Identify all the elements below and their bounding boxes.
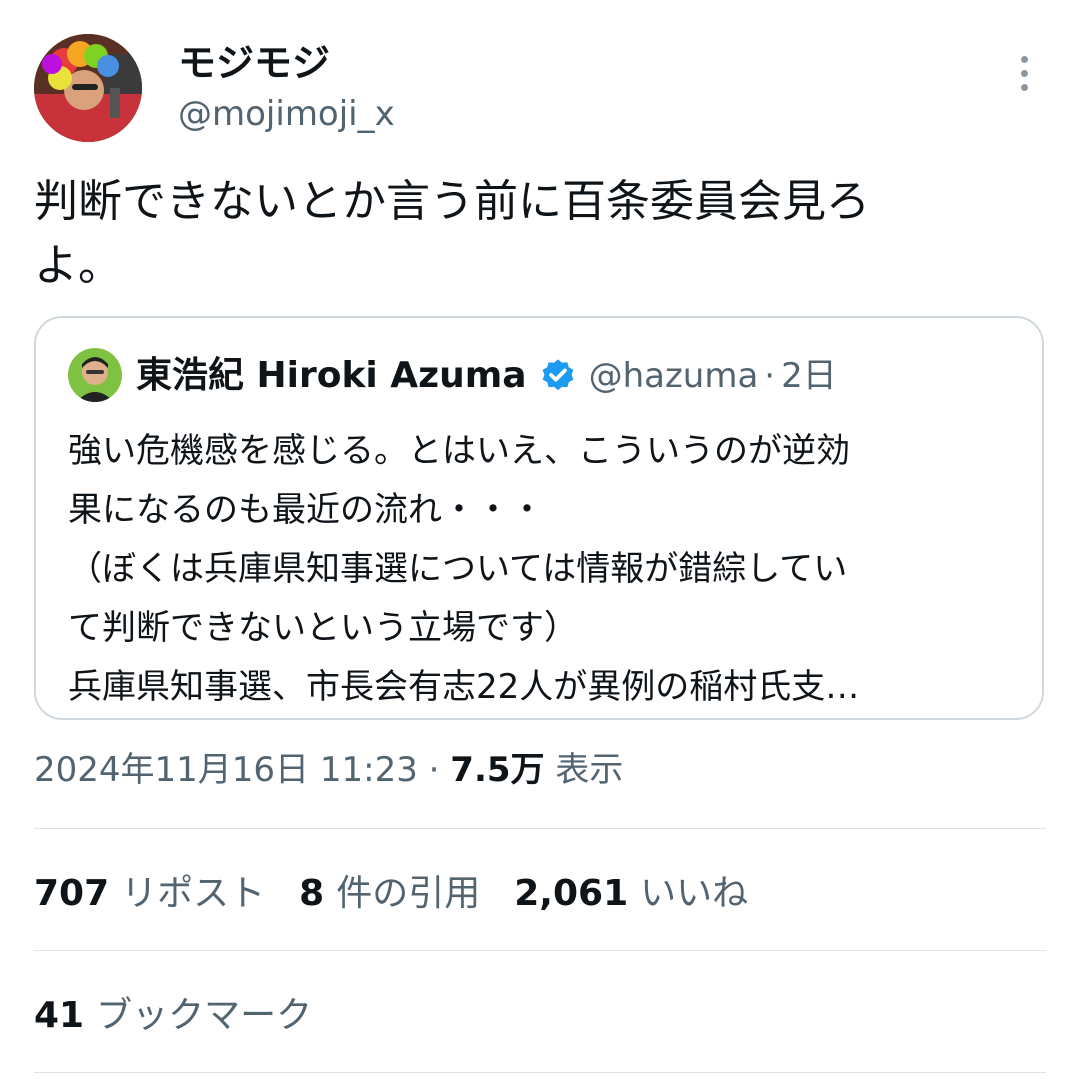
quote-user-handle: @hazuma xyxy=(588,356,759,396)
user-handle[interactable]: @mojimoji_x xyxy=(178,92,395,136)
verified-badge-icon xyxy=(539,357,577,395)
tweet-meta: 2024年11月16日 11:23 · 7.5万 表示 xyxy=(34,742,623,798)
avatar-image xyxy=(34,34,142,142)
engagement-stats: 707 リポスト 8 件の引用 2,061 いいね xyxy=(34,855,782,925)
bookmark-stats: 41 ブックマーク xyxy=(34,977,346,1047)
views-label: 表示 xyxy=(555,750,624,790)
like-label: いいね xyxy=(640,873,749,914)
like-stat[interactable]: 2,061 いいね xyxy=(514,864,748,916)
quote-stat[interactable]: 8 件の引用 xyxy=(299,864,480,916)
user-name[interactable]: モジモジ xyxy=(178,40,330,86)
quote-user-name: 東浩紀 Hiroki Azuma xyxy=(136,355,527,396)
quote-count: 8 xyxy=(299,873,325,914)
more-vertical-icon[interactable] xyxy=(1012,56,1036,100)
tweet-header: モジモジ @mojimoji_x xyxy=(34,34,1046,144)
bookmark-count: 41 xyxy=(34,995,85,1036)
quote-header: 東浩紀 Hiroki Azuma @hazuma · 2日 xyxy=(136,348,837,404)
meta-separator: · xyxy=(428,750,440,790)
quote-time: 2日 xyxy=(781,356,837,396)
quote-avatar xyxy=(68,348,122,402)
quote-separator: · xyxy=(764,356,776,396)
repost-stat[interactable]: 707 リポスト xyxy=(34,864,265,916)
like-count: 2,061 xyxy=(514,873,629,914)
repost-count: 707 xyxy=(34,873,110,914)
repost-label: リポスト xyxy=(121,873,266,914)
tweet-timestamp[interactable]: 2024年11月16日 11:23 xyxy=(34,750,418,790)
bookmark-stat[interactable]: 41 ブックマーク xyxy=(34,986,312,1038)
divider xyxy=(34,950,1046,951)
divider xyxy=(34,828,1046,829)
views-count: 7.5万 xyxy=(450,750,545,790)
quote-label: 件の引用 xyxy=(336,873,481,914)
tweet-text: 判断できないとか言う前に百条委員会見ろ よ。 xyxy=(34,176,870,291)
bookmark-label: ブックマーク xyxy=(96,995,313,1036)
quote-avatar-image xyxy=(68,348,122,402)
quote-body: 強い危機感を感じる。とはいえ、こういうのが逆効 果になるのも最近の流れ・・・ （… xyxy=(68,431,860,707)
divider xyxy=(34,1072,1046,1073)
avatar[interactable] xyxy=(34,34,142,142)
quoted-tweet[interactable]: 東浩紀 Hiroki Azuma @hazuma · 2日 強い危機感を感じる。… xyxy=(34,316,1044,720)
